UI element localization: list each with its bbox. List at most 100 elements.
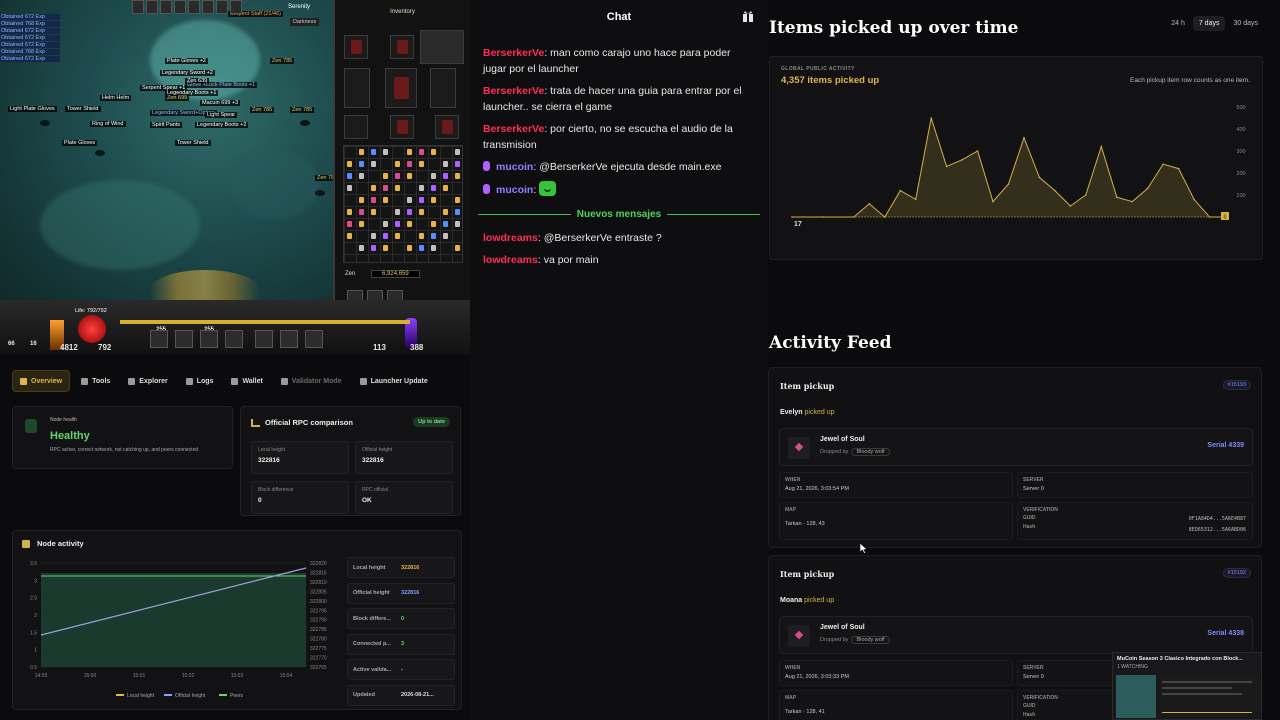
shield-slot[interactable] [430,68,456,108]
guid-value[interactable]: 0F1A84D4...5A6E4B87 [1189,516,1246,522]
inventory-item[interactable] [443,173,448,179]
skill-slot[interactable] [255,330,273,348]
ground-drop-label[interactable]: Tower Shield [65,106,101,112]
inventory-item[interactable] [431,245,436,251]
inventory-item[interactable] [383,245,388,251]
chat-username[interactable]: BerserkerVe [483,123,544,135]
inventory-item[interactable] [347,185,352,191]
tab-launcher-update[interactable]: Launcher Update [353,370,435,392]
inventory-item[interactable] [419,185,424,191]
inventory-item[interactable] [455,221,460,227]
range-7days-button[interactable]: 7 days [1192,16,1226,31]
inventory-item[interactable] [431,221,436,227]
tab-wallet[interactable]: Wallet [224,370,269,392]
ground-drop-label[interactable]: Spirit Pants [150,122,183,128]
inventory-item[interactable] [431,197,436,203]
ground-drop-label[interactable]: Light Spear [205,112,238,118]
chat-username[interactable]: lowdreams [483,254,538,266]
inventory-item[interactable] [371,161,376,167]
range-24h-button[interactable]: 24 h [1165,16,1191,31]
inventory-item[interactable] [359,173,364,179]
inventory-item[interactable] [383,197,388,203]
ground-drop-label[interactable]: Glove +Luck Plate Boots +1 [185,82,258,88]
inventory-item[interactable] [359,161,364,167]
skill-slot[interactable] [175,330,193,348]
inventory-item[interactable] [419,245,424,251]
inventory-item[interactable] [395,185,400,191]
skill-slot[interactable] [305,330,323,348]
inventory-item[interactable] [359,209,364,215]
skill-slot[interactable] [225,330,243,348]
inventory-item[interactable] [359,245,364,251]
wings-slot[interactable] [420,30,464,64]
inventory-grid[interactable] [343,145,463,263]
chat-username[interactable]: mucoin [496,184,533,196]
pants-slot[interactable] [390,115,414,139]
ground-drop-label[interactable]: Macuin 699 +3 [200,100,241,106]
ground-drop-label[interactable]: Tower Shield [175,140,211,146]
range-30days-button[interactable]: 30 days [1227,16,1264,31]
feed-id-badge[interactable]: #15192 [1222,568,1251,578]
inventory-item[interactable] [419,161,424,167]
inventory-item[interactable] [443,233,448,239]
chat-username[interactable]: BerserkerVe [483,85,544,97]
inventory-item[interactable] [395,233,400,239]
inventory-item[interactable] [347,209,352,215]
ground-drop-label[interactable]: Zen 699 [165,95,190,101]
inventory-item[interactable] [395,173,400,179]
player-name[interactable]: Moana [780,597,802,604]
inventory-item[interactable] [431,173,436,179]
inventory-item[interactable] [383,173,388,179]
inventory-item[interactable] [371,209,376,215]
inventory-item[interactable] [347,173,352,179]
pet-slot[interactable] [344,35,368,59]
inventory-item[interactable] [455,245,460,251]
inventory-item[interactable] [407,221,412,227]
armor-slot[interactable] [385,68,417,108]
skill-slot[interactable] [200,330,218,348]
inventory-item[interactable] [455,197,460,203]
inventory-item[interactable] [359,149,364,155]
skill-slot[interactable] [280,330,298,348]
inventory-item[interactable] [455,161,460,167]
monster[interactable] [300,120,310,126]
inventory-item[interactable] [407,245,412,251]
feed-id-badge[interactable]: #15193 [1222,380,1251,390]
hash-value[interactable]: 8ED65312...5A6ABD06 [1189,527,1246,533]
inventory-item[interactable] [419,197,424,203]
mini-player[interactable]: MuCoin Season 3 Clasico Integrado con Bl… [1112,652,1262,720]
ground-drop-label[interactable]: Light Plate Gloves [8,106,57,112]
ground-drop-label[interactable]: Zen 785 [290,107,315,113]
inventory-item[interactable] [407,149,412,155]
chat-username[interactable]: BerserkerVe [483,47,544,59]
inventory-item[interactable] [371,245,376,251]
inventory-item[interactable] [431,233,436,239]
ground-drop-label[interactable]: Zen 785 [250,107,275,113]
chat-username[interactable]: mucoin [496,161,533,173]
skill-slot[interactable] [150,330,168,348]
inventory-item[interactable] [443,161,448,167]
inventory-item[interactable] [407,209,412,215]
tab-overview[interactable]: Overview [12,370,71,392]
ground-drop-label[interactable]: Legendary Sword +2 [160,70,215,76]
inventory-item[interactable] [407,173,412,179]
inventory-item[interactable] [347,221,352,227]
inventory-item[interactable] [419,209,424,215]
weapon-slot[interactable] [344,68,370,108]
inventory-item[interactable] [443,221,448,227]
ground-drop-label[interactable]: Legendary Boots +2 [195,122,249,128]
player-name[interactable]: Evelyn [780,409,803,416]
inventory-item[interactable] [347,161,352,167]
inventory-item[interactable] [443,209,448,215]
boots-slot[interactable] [435,115,459,139]
ground-drop-label[interactable]: Helm Helm [100,95,132,101]
gloves-slot[interactable] [344,115,368,139]
inventory-item[interactable] [371,149,376,155]
inventory-item[interactable] [395,221,400,227]
inventory-item[interactable] [395,161,400,167]
inventory-item[interactable] [431,185,436,191]
gift-icon[interactable] [742,10,754,22]
monster[interactable] [95,150,105,156]
inventory-item[interactable] [395,209,400,215]
game-view[interactable]: Obtained 672 Exp Obtained 768 Exp Obtain… [0,0,470,355]
